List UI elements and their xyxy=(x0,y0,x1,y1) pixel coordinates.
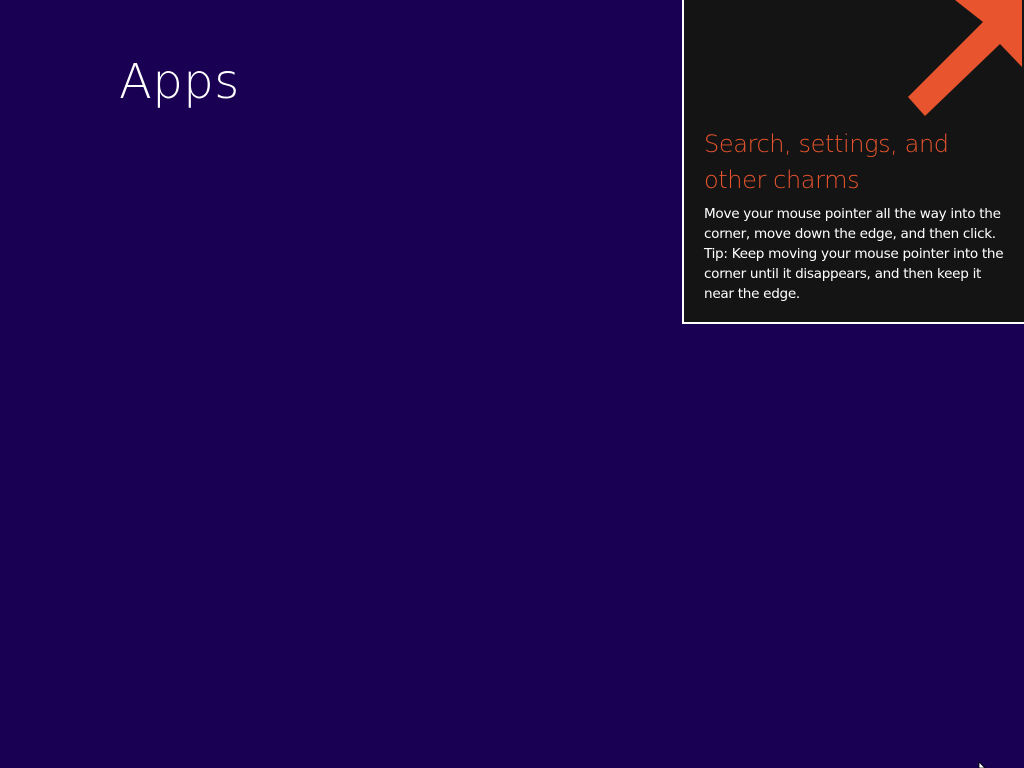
page-title: Apps xyxy=(119,54,240,110)
charms-tip-panel: Search, settings, and other charms Move … xyxy=(682,0,1024,324)
mouse-pointer-icon xyxy=(978,762,986,768)
arrow-up-right-icon xyxy=(908,0,1022,116)
tip-body: Move your mouse pointer all the way into… xyxy=(704,206,1004,302)
tip-heading: Search, settings, and other charms xyxy=(704,130,949,194)
